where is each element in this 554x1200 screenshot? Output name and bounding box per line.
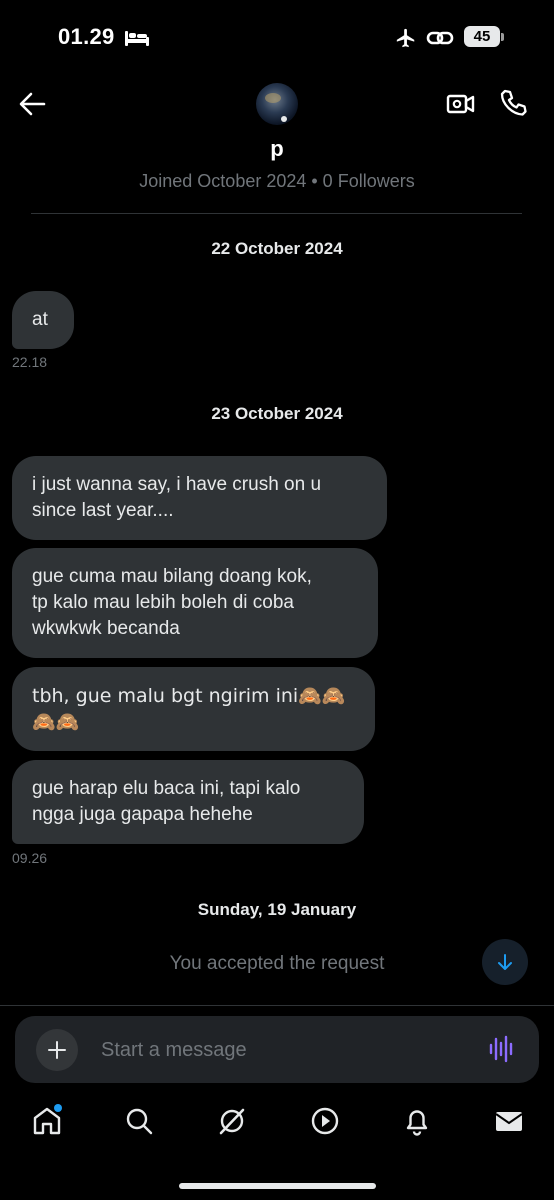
message-bubble[interactable]: tbh, gue malu bgt ngirim ini🙈🙈 🙈🙈 — [12, 667, 375, 751]
avatar-online-dot — [281, 116, 287, 122]
request-accepted-notice: You accepted the request — [169, 953, 385, 974]
notifications-icon[interactable] — [402, 1105, 432, 1137]
message-bubble[interactable]: i just wanna say, i have crush on u sinc… — [12, 456, 387, 540]
message-text: at — [32, 309, 48, 330]
date-separator: 22 October 2024 — [211, 239, 343, 258]
message-text: tbh, gue malu bgt ngirim ini🙈🙈 — [32, 685, 346, 707]
message-bubble[interactable]: at — [12, 291, 74, 349]
video-icon[interactable] — [310, 1105, 340, 1137]
plus-icon — [48, 1041, 66, 1059]
add-media-button[interactable] — [36, 1029, 78, 1071]
message-text: since last year.... — [32, 500, 174, 521]
arrow-down-icon — [498, 954, 512, 970]
bed-icon — [125, 31, 149, 46]
message-bubble[interactable]: gue harap elu baca ini, tapi kalo ngga j… — [12, 760, 364, 844]
message-text: i just wanna say, i have crush on u — [32, 474, 322, 495]
phone-call-icon[interactable] — [498, 88, 528, 118]
message-text: tp kalo mau lebih boleh di coba — [32, 592, 294, 613]
date-separator: 23 October 2024 — [211, 404, 343, 423]
airplane-icon — [396, 28, 415, 48]
message-bubble[interactable]: gue cuma mau bilang doang kok, tp kalo m… — [12, 548, 378, 658]
message-timestamp: 09.26 — [12, 850, 48, 866]
date-separator: Sunday, 19 January — [197, 900, 357, 919]
status-time: 01.29 — [58, 24, 115, 49]
back-arrow-icon[interactable] — [17, 90, 47, 118]
message-text: ngga juga gapapa hehehe — [32, 804, 253, 825]
message-timestamp: 22.18 — [12, 354, 48, 370]
message-text: gue cuma mau bilang doang kok, — [32, 566, 312, 587]
avatar[interactable] — [256, 83, 298, 125]
link-icon — [426, 31, 454, 45]
home-indicator — [179, 1183, 376, 1189]
message-text: gue harap elu baca ini, tapi kalo — [32, 778, 301, 799]
joined-info: Joined October 2024 • 0 Followers — [139, 171, 415, 191]
message-input[interactable] — [101, 1036, 461, 1064]
voice-message-icon[interactable] — [488, 1035, 516, 1063]
message-text: 🙈🙈 — [32, 711, 80, 733]
grok-icon[interactable] — [216, 1105, 248, 1137]
battery-tip — [501, 33, 504, 41]
home-notification-dot — [54, 1104, 62, 1112]
search-icon[interactable] — [124, 1105, 154, 1137]
message-text: wkwkwk becanda — [32, 618, 180, 639]
header-divider — [31, 213, 522, 214]
battery-indicator: 45 — [464, 26, 500, 47]
scroll-to-bottom-button[interactable] — [482, 939, 528, 985]
display-name[interactable]: p — [0, 136, 554, 162]
messages-icon[interactable] — [494, 1105, 524, 1137]
video-call-icon[interactable] — [446, 89, 476, 119]
composer-divider — [0, 1005, 554, 1006]
